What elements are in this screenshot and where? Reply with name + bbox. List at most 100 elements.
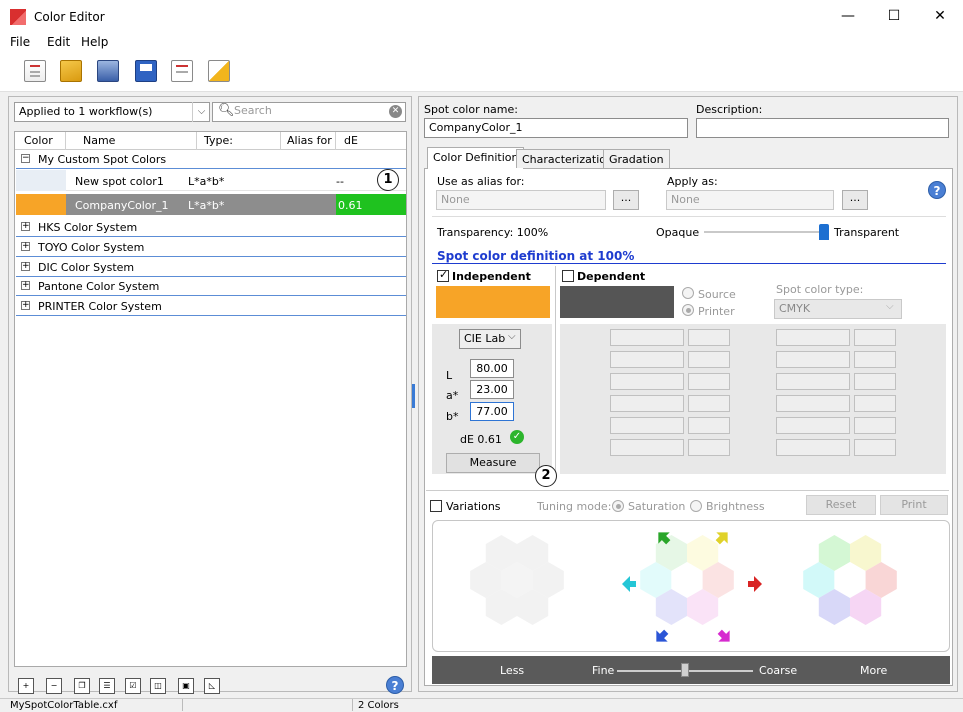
variation-arrow-icon[interactable] — [622, 576, 636, 592]
hex-cluster-middle — [640, 535, 734, 625]
a-label: a* — [446, 389, 459, 402]
variation-arrow-icon[interactable] — [748, 576, 762, 592]
transparent-label: Transparent — [834, 226, 900, 239]
value-cell — [688, 395, 730, 412]
group-my-custom-spot-colors[interactable]: − My Custom Spot Colors — [16, 150, 406, 169]
search-input[interactable]: Search — [234, 104, 384, 117]
spot-name-input[interactable]: CompanyColor_1 — [424, 118, 688, 138]
spot-name-label: Spot color name: — [424, 103, 518, 116]
list-view-icon[interactable]: ☰ — [99, 678, 115, 694]
window-title: Color Editor — [34, 10, 105, 24]
help-icon[interactable]: ? — [386, 676, 404, 694]
workflow-select[interactable]: Applied to 1 workflow(s) — [14, 102, 210, 122]
group-printer[interactable]: + PRINTER Color System — [16, 297, 406, 316]
alias-browse-button[interactable]: ... — [613, 190, 639, 210]
source-radio[interactable] — [682, 287, 694, 299]
help-icon[interactable]: ? — [928, 181, 946, 199]
dependent-checkbox[interactable] — [562, 270, 574, 282]
divider — [426, 490, 949, 491]
maximize-button[interactable]: ☐ — [871, 0, 917, 32]
value-cell — [776, 417, 850, 434]
variations-checkbox[interactable] — [430, 500, 442, 512]
description-input[interactable] — [696, 118, 949, 138]
tab-color-definition[interactable]: Color Definition — [427, 147, 525, 169]
b-input[interactable]: 77.00 — [470, 402, 514, 421]
table-row-selected[interactable]: CompanyColor_1 L*a*b* 0.61 — [16, 194, 406, 215]
group-toyo[interactable]: + TOYO Color System — [16, 238, 406, 257]
variation-arrow-icon[interactable] — [714, 626, 735, 647]
duplicate-icon[interactable]: ❐ — [74, 678, 90, 694]
apply-as-input[interactable]: None — [666, 190, 834, 210]
dependent-color-preview — [560, 286, 674, 318]
brightness-radio[interactable] — [690, 500, 702, 512]
value-cell — [854, 329, 896, 346]
remove-color-icon[interactable]: − — [46, 678, 62, 694]
menu-help[interactable]: Help — [81, 35, 108, 49]
variation-arrow-icon[interactable] — [651, 626, 672, 647]
save-icon[interactable] — [135, 60, 157, 82]
transparency-slider-track[interactable] — [704, 231, 824, 233]
less-label[interactable]: Less — [500, 664, 524, 677]
collapse-icon[interactable]: − — [21, 154, 30, 163]
group-label: Pantone Color System — [38, 280, 160, 293]
reset-button[interactable]: Reset — [806, 495, 876, 515]
expand-icon[interactable]: + — [21, 242, 30, 251]
column-header-alias[interactable]: Alias for — [287, 134, 332, 147]
column-divider — [65, 132, 66, 150]
measure-icon[interactable]: ▣ — [178, 678, 194, 694]
splitter-handle[interactable] — [412, 384, 415, 408]
apply-as-browse-button[interactable]: ... — [842, 190, 868, 210]
spot-type-select[interactable]: CMYK — [774, 299, 902, 319]
heading-underline — [432, 263, 946, 264]
row-name: New spot color1 — [75, 175, 164, 188]
printer-radio[interactable] — [682, 304, 694, 316]
column-header-color[interactable]: Color — [24, 134, 53, 147]
import-icon[interactable] — [97, 60, 119, 82]
alias-input[interactable]: None — [436, 190, 606, 210]
value-cell — [610, 439, 684, 456]
row-type: L*a*b* — [188, 199, 225, 212]
close-button[interactable]: ✕ — [917, 0, 963, 32]
b-label: b* — [446, 410, 459, 423]
new-document-icon[interactable] — [24, 60, 46, 82]
tab-gradation[interactable]: Gradation — [603, 149, 670, 168]
a-input[interactable]: 23.00 — [470, 380, 514, 399]
open-folder-icon[interactable] — [60, 60, 82, 82]
group-pantone[interactable]: + Pantone Color System — [16, 277, 406, 296]
expand-icon[interactable]: + — [21, 222, 30, 231]
more-label[interactable]: More — [860, 664, 887, 677]
compare-icon[interactable]: ◫ — [150, 678, 166, 694]
expand-icon[interactable]: + — [21, 262, 30, 271]
minimize-button[interactable]: — — [825, 0, 871, 32]
definition-heading: Spot color definition at 100% — [437, 249, 635, 263]
column-header-de[interactable]: dE — [344, 134, 358, 147]
value-cell — [610, 373, 684, 390]
check-icon[interactable]: ☑ — [125, 678, 141, 694]
measure-button[interactable]: Measure — [446, 453, 540, 473]
menu-edit[interactable]: Edit — [47, 35, 70, 49]
row-de: 0.61 — [336, 194, 406, 215]
tuning-slider-thumb[interactable] — [681, 663, 689, 677]
group-label: PRINTER Color System — [38, 300, 162, 313]
column-header-name[interactable]: Name — [83, 134, 115, 147]
menu-file[interactable]: File — [10, 35, 30, 49]
clear-search-icon[interactable]: ✕ — [389, 105, 402, 118]
table-row[interactable]: New spot color1 L*a*b* -- — [16, 170, 406, 191]
gradation-icon[interactable]: ◺ — [204, 678, 220, 694]
fine-label: Fine — [592, 664, 615, 677]
add-color-icon[interactable]: + — [18, 678, 34, 694]
l-input[interactable]: 80.00 — [470, 359, 514, 378]
expand-icon[interactable]: + — [21, 301, 30, 310]
group-hks[interactable]: + HKS Color System — [16, 218, 406, 237]
edit-icon[interactable] — [208, 60, 230, 82]
saturation-radio[interactable] — [612, 500, 624, 512]
chevron-down-icon[interactable]: ⌵ — [192, 102, 210, 122]
transparency-slider-thumb[interactable] — [819, 224, 829, 240]
print-button[interactable]: Print — [880, 495, 948, 515]
expand-icon[interactable]: + — [21, 281, 30, 290]
column-header-type[interactable]: Type: — [204, 134, 233, 147]
independent-checkbox[interactable]: ✓ — [437, 268, 449, 282]
color-swatch — [16, 194, 66, 215]
preview-icon[interactable] — [171, 60, 193, 82]
group-dic[interactable]: + DIC Color System — [16, 258, 406, 277]
